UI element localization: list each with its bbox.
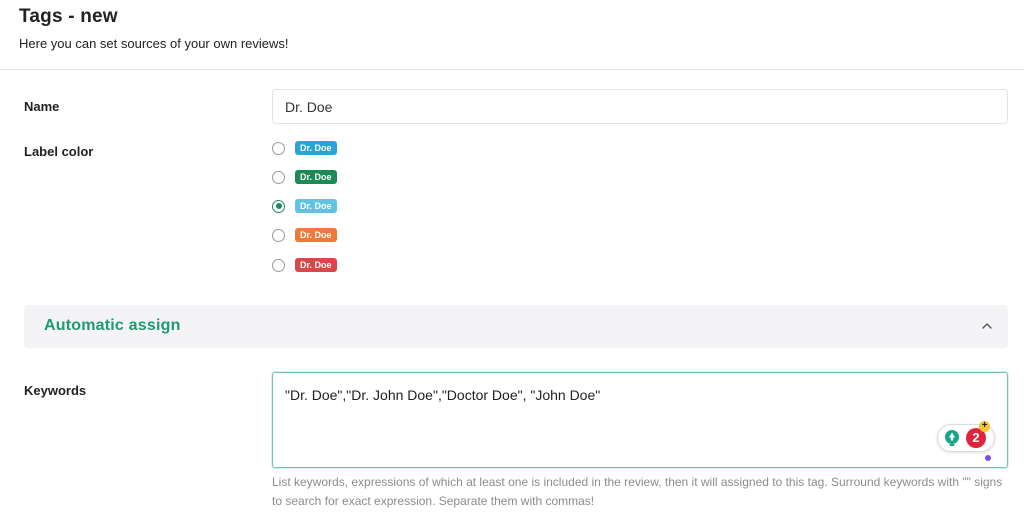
color-radio[interactable]	[272, 170, 285, 184]
color-option-green[interactable]: Dr. Doe	[272, 169, 337, 185]
tag-preview: Dr. Doe	[295, 258, 337, 272]
color-option-orange[interactable]: Dr. Doe	[272, 227, 337, 243]
name-input[interactable]	[272, 89, 1008, 124]
page-header: Tags - new Here you can set sources of y…	[0, 0, 1024, 70]
automatic-assign-title: Automatic assign	[44, 317, 181, 334]
tag-preview: Dr. Doe	[295, 199, 337, 213]
tag-preview: Dr. Doe	[295, 141, 337, 155]
label-color-label: Label color	[24, 144, 94, 159]
color-option-blue[interactable]: Dr. Doe	[272, 140, 337, 156]
keywords-label: Keywords	[24, 383, 87, 398]
color-radio[interactable]	[272, 228, 285, 242]
keywords-textarea[interactable]: "Dr. Doe","Dr. John Doe","Doctor Doe", "…	[272, 372, 1008, 468]
grammar-assistant-widget[interactable]: 2 +	[937, 421, 995, 452]
color-radio[interactable]	[272, 258, 285, 272]
chevron-up-icon[interactable]	[980, 319, 994, 333]
keywords-help-text: List keywords, expressions of which at l…	[272, 475, 1003, 508]
name-label: Name	[24, 99, 60, 114]
keywords-value: "Dr. Doe","Dr. John Doe","Doctor Doe", "…	[285, 387, 601, 403]
status-dot	[985, 455, 991, 461]
page-title: Tags - new	[19, 6, 118, 27]
tag-preview: Dr. Doe	[295, 228, 337, 242]
color-radio[interactable]	[272, 141, 285, 155]
tag-preview: Dr. Doe	[295, 170, 337, 184]
plus-badge: +	[979, 421, 990, 432]
page-subtitle: Here you can set sources of your own rev…	[19, 36, 289, 51]
automatic-assign-section[interactable]: Automatic assign	[24, 305, 1008, 348]
color-radio-selected[interactable]	[272, 199, 285, 213]
color-option-red[interactable]: Dr. Doe	[272, 257, 337, 273]
color-option-light-blue[interactable]: Dr. Doe	[272, 198, 337, 214]
bulb-icon	[945, 430, 959, 446]
